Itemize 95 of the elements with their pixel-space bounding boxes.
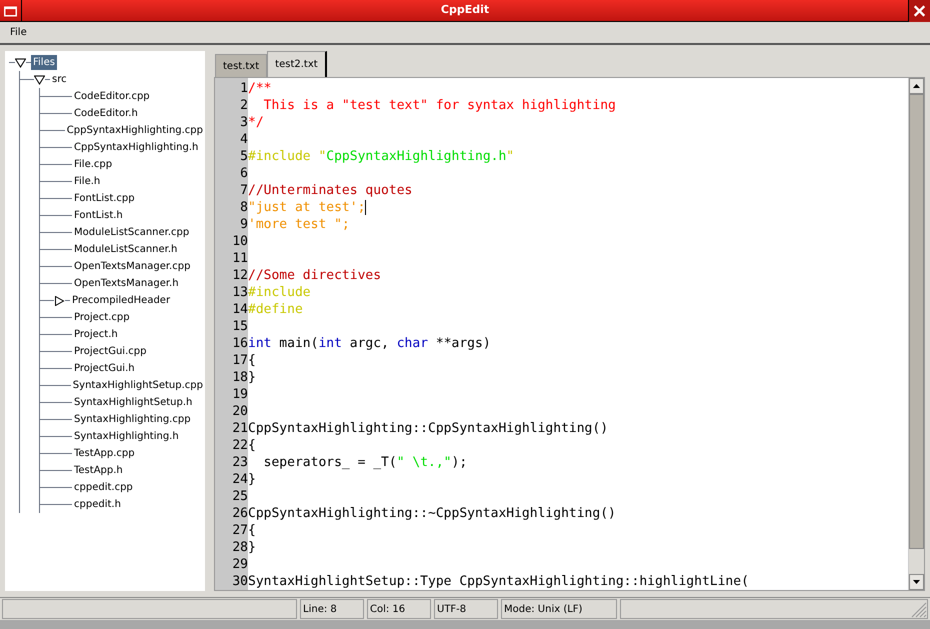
line-number: 7 [240,182,248,199]
code-line: /** [248,80,272,97]
code-line: CppSyntaxHighlighting::CppSyntaxHighlighting() [248,420,608,437]
line-number: 5 [240,148,248,165]
tree-item[interactable]: FontList.cpp [72,191,137,206]
code-line: #include "CppSyntaxHighlighting.h" [248,148,514,165]
line-number: 19 [232,386,248,403]
code-line: } [248,471,256,488]
code-line: } [248,539,256,556]
line-number: 28 [232,539,248,556]
arrow-up-icon [913,84,920,88]
line-number: 23 [232,454,248,471]
resize-grip-icon[interactable] [909,600,927,618]
code-line: "just at test'; [248,199,366,216]
line-number: 30 [232,573,248,590]
tree-item[interactable]: src [50,72,69,87]
code-line: { [248,352,256,369]
tree-item[interactable]: TestApp.cpp [72,446,137,461]
scroll-up-button[interactable] [909,78,924,94]
line-number: 10 [232,233,248,250]
line-number: 27 [232,522,248,539]
line-number: 25 [232,488,248,505]
tree-item[interactable]: ProjectGui.cpp [72,344,148,359]
tree-item[interactable]: CppSyntaxHighlighting.cpp [64,123,205,138]
code-line: This is a "test text" for syntax highlighting [262,97,616,114]
tree-item[interactable]: TestApp.h [72,463,125,478]
code-line: CppSyntaxHighlighting::~CppSyntaxHighlighting() [248,505,616,522]
line-number: 18 [232,369,248,386]
line-number: 22 [232,437,248,454]
tab[interactable]: test2.txt [267,51,327,77]
status-mode: Mode: Unix (LF) [501,599,617,619]
tree-item[interactable]: CodeEditor.cpp [72,89,152,104]
tree-item[interactable]: ModuleListScanner.h [72,242,180,257]
code-line: { [248,522,256,539]
triangle-right-icon[interactable] [54,296,65,306]
tree-item[interactable]: SyntaxHighlighting.h [72,429,181,444]
tree-item[interactable]: OpenTextsManager.h [72,276,181,291]
tree-item[interactable]: FontList.h [72,208,125,223]
menu-item[interactable]: File [6,25,31,40]
tree-item[interactable]: ModuleListScanner.cpp [72,225,192,240]
tree-item[interactable]: ProjectGui.h [72,361,137,376]
tree-item[interactable]: CodeEditor.h [72,106,140,121]
tree-item[interactable]: Project.h [72,327,120,342]
line-number: 11 [232,250,248,267]
scroll-down-button[interactable] [909,574,924,590]
code-line: seperators_ = _T(" \t.,"); [262,454,468,471]
triangle-down-icon[interactable] [15,58,26,68]
triangle-down-icon[interactable] [34,74,45,84]
status-encoding: UTF-8 [434,599,498,619]
tree-item[interactable]: CppSyntaxHighlighting.h [72,140,200,155]
tree-item[interactable]: SyntaxHighlighting.cpp [72,412,193,427]
tree-item[interactable]: OpenTextsManager.cpp [72,259,192,274]
line-number: 17 [232,352,248,369]
code-line: //Some directives [248,267,382,284]
code-line: */ [248,114,264,131]
code-line: int main(int argc, char **args) [248,335,491,352]
line-number: 14 [232,301,248,318]
line-number: 9 [240,216,248,233]
code-line: } [248,369,256,386]
line-number: 4 [240,131,248,148]
line-number: 8 [240,199,248,216]
code-line: { [248,437,256,454]
code-line: //Unterminates quotes [248,182,412,199]
tree-item[interactable]: Project.cpp [72,310,132,325]
line-number: 12 [232,267,248,284]
scrollbar-thumb[interactable] [909,94,924,549]
tree-item[interactable]: PrecompiledHeader [70,293,172,308]
close-icon[interactable] [908,0,930,22]
line-number: 29 [232,556,248,573]
line-number: 24 [232,471,248,488]
tab[interactable]: test.txt [215,54,268,77]
line-number: 13 [232,284,248,301]
line-number: 1 [240,80,248,97]
tree-item[interactable]: File.h [72,174,102,189]
code-line: #define [248,301,303,318]
line-number: 20 [232,403,248,420]
line-number: 2 [240,97,248,114]
line-number: 3 [240,114,248,131]
tree-item[interactable]: SyntaxHighlightSetup.cpp [70,378,205,393]
line-number: 15 [232,318,248,335]
code-line: 'more test "; [248,216,350,233]
line-number: 26 [232,505,248,522]
tree-item[interactable]: File.cpp [72,157,114,172]
tree-item[interactable]: cppedit.cpp [72,480,135,495]
arrow-down-icon [913,580,920,584]
code-line: #include [248,284,311,301]
line-number: 6 [240,165,248,182]
tree-item[interactable]: SyntaxHighlightSetup.h [72,395,194,410]
line-number: 21 [232,420,248,437]
code-line: SyntaxHighlightSetup::Type CppSyntaxHighlighting::highlightLine( [248,573,749,590]
tree-item[interactable]: Files [31,55,57,70]
line-number: 16 [232,335,248,352]
window-title: CppEdit [440,2,490,18]
status-column: Col: 16 [367,599,431,619]
tree-item[interactable]: cppedit.h [72,497,123,512]
